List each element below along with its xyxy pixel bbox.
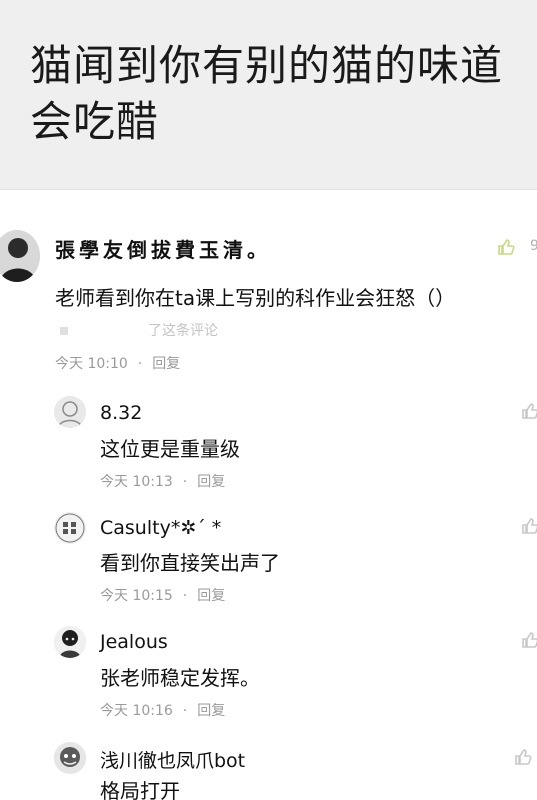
comment-meta: 今天 10:10 · 回复 <box>55 353 180 373</box>
thumbs-up-icon[interactable] <box>521 631 537 649</box>
meta-separator: · <box>182 588 188 604</box>
avatar-image <box>54 626 86 658</box>
reply-link[interactable]: 回复 <box>197 588 225 604</box>
thumbs-up-icon[interactable] <box>514 748 532 766</box>
reply-time: 今天 10:15 <box>100 588 173 604</box>
reply-meta: 今天 10:16 · 回复 <box>100 700 225 720</box>
reply-time: 今天 10:16 <box>100 703 173 719</box>
reply-link[interactable]: 回复 <box>152 356 180 372</box>
thumbs-up-icon[interactable] <box>521 517 537 535</box>
reply-time: 今天 10:13 <box>100 474 173 490</box>
blurred-name <box>60 327 68 335</box>
avatar-image <box>0 230 40 282</box>
comment-text: 老师看到你在ta课上写别的科作业会狂怒（） <box>55 286 456 310</box>
reply-author[interactable]: Jealous <box>100 631 168 653</box>
reply-text: 格局打开 <box>100 779 180 800</box>
reply-text: 看到你直接笑出声了 <box>100 551 280 575</box>
comment-time: 今天 10:10 <box>55 356 128 372</box>
thumbs-up-icon[interactable] <box>521 402 537 420</box>
liked-note: 了这条评论 <box>60 320 218 340</box>
like-count: 9 <box>530 238 537 254</box>
reply-meta: 今天 10:13 · 回复 <box>100 471 225 491</box>
avatar-image <box>54 512 86 544</box>
thumbs-up-icon[interactable] <box>497 238 515 256</box>
reply-text: 这位更是重量级 <box>100 437 240 461</box>
comment-author[interactable]: 張學友倒拔費玉清。 <box>55 234 271 263</box>
reply-link[interactable]: 回复 <box>197 474 225 490</box>
avatar[interactable] <box>54 396 86 428</box>
avatar[interactable] <box>54 512 86 544</box>
comment-section: 張學友倒拔費玉清。 9 老师看到你在ta课上写别的科作业会狂怒（） 了这条评论 … <box>0 190 537 800</box>
meta-separator: · <box>137 356 143 372</box>
title-banner: 猫闻到你有别的猫的味道会吃醋 <box>0 0 537 190</box>
reply-meta: 今天 10:15 · 回复 <box>100 585 225 605</box>
meta-separator: · <box>182 703 188 719</box>
reply-author[interactable]: 浅川徹也凤爪bot <box>100 746 245 773</box>
avatar-image <box>54 396 86 428</box>
avatar[interactable] <box>54 626 86 658</box>
reply-author[interactable]: 8.32 <box>100 402 142 424</box>
liked-note-text: 了这条评论 <box>148 323 218 339</box>
avatar[interactable] <box>0 230 40 282</box>
avatar-image <box>54 742 86 774</box>
reply-link[interactable]: 回复 <box>197 703 225 719</box>
reply-author[interactable]: Casulty*✲ˊ * <box>100 517 221 539</box>
reply-text: 张老师稳定发挥。 <box>100 666 260 690</box>
meta-separator: · <box>182 474 188 490</box>
screenshot-page: 猫闻到你有别的猫的味道会吃醋 張學友倒拔費玉清。 9 老师看到你在ta课上写别的… <box>0 0 537 800</box>
page-title: 猫闻到你有别的猫的味道会吃醋 <box>30 41 504 146</box>
avatar[interactable] <box>54 742 86 774</box>
